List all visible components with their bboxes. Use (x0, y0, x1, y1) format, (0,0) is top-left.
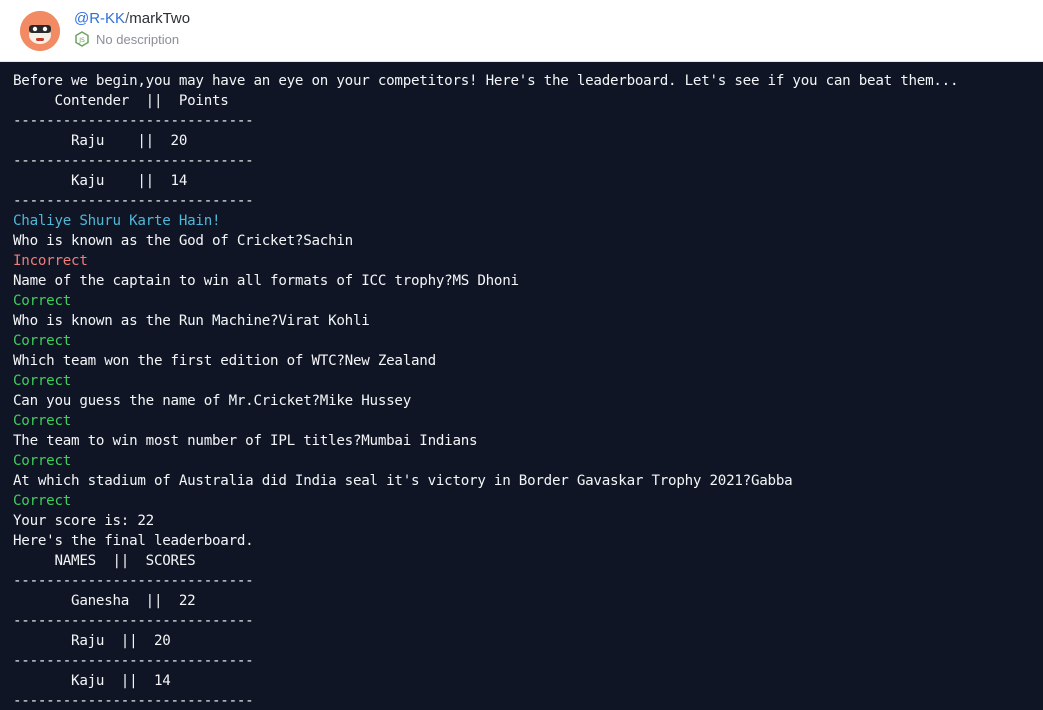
console-line: Raju || 20 (13, 633, 171, 649)
console-line: Correct (13, 293, 72, 309)
console-line: Who is known as the God of Cricket?Sachi… (13, 233, 353, 249)
console-line: Incorrect (13, 253, 88, 269)
console-lines: Before we begin,you may have an eye on y… (13, 71, 1043, 710)
console-line: ----------------------------- (13, 573, 254, 589)
console-output[interactable]: Before we begin,you may have an eye on y… (0, 62, 1043, 710)
repo-path: @R-KK/markTwo (74, 9, 190, 29)
console-line: At which stadium of Australia did India … (13, 473, 793, 489)
avatar-image (20, 11, 60, 51)
console-line: Kaju || 14 (13, 173, 188, 189)
console-line: NAMES || SCORES (13, 553, 196, 569)
console-line: Here's the final leaderboard. (13, 533, 254, 549)
avatar[interactable] (20, 11, 60, 51)
console-line: ----------------------------- (13, 153, 254, 169)
console-line: ----------------------------- (13, 113, 254, 129)
console-line: ----------------------------- (13, 613, 254, 629)
owner-link[interactable]: @R-KK (74, 10, 125, 27)
console-line: Correct (13, 413, 72, 429)
console-line: Correct (13, 453, 72, 469)
console-line: Ganesha || 22 (13, 593, 196, 609)
nodejs-icon: JS (74, 31, 90, 47)
console-line: Correct (13, 493, 72, 509)
repl-header: @R-KK/markTwo JS No description (0, 0, 1043, 62)
svg-text:JS: JS (78, 37, 85, 44)
console-line: Can you guess the name of Mr.Cricket?Mik… (13, 393, 411, 409)
repo-name: markTwo (129, 10, 191, 27)
repo-description-row: JS No description (74, 30, 179, 48)
console-line: Chaliye Shuru Karte Hain! (13, 213, 221, 229)
console-line: Before we begin,you may have an eye on y… (13, 73, 959, 89)
console-line: Correct (13, 373, 72, 389)
console-line: Kaju || 14 (13, 673, 171, 689)
console-line: ----------------------------- (13, 193, 254, 209)
console-line: ----------------------------- (13, 653, 254, 669)
console-line: The team to win most number of IPL title… (13, 433, 478, 449)
console-line: Who is known as the Run Machine?Virat Ko… (13, 313, 370, 329)
repo-description: No description (96, 31, 180, 47)
console-line: Your score is: 22 (13, 513, 154, 529)
console-line: Which team won the first edition of WTC?… (13, 353, 436, 369)
console-line: Name of the captain to win all formats o… (13, 273, 519, 289)
console-line: Contender || Points (13, 93, 229, 109)
console-line: Raju || 20 (13, 133, 188, 149)
console-line: ----------------------------- (13, 693, 254, 709)
console-line: Correct (13, 333, 72, 349)
